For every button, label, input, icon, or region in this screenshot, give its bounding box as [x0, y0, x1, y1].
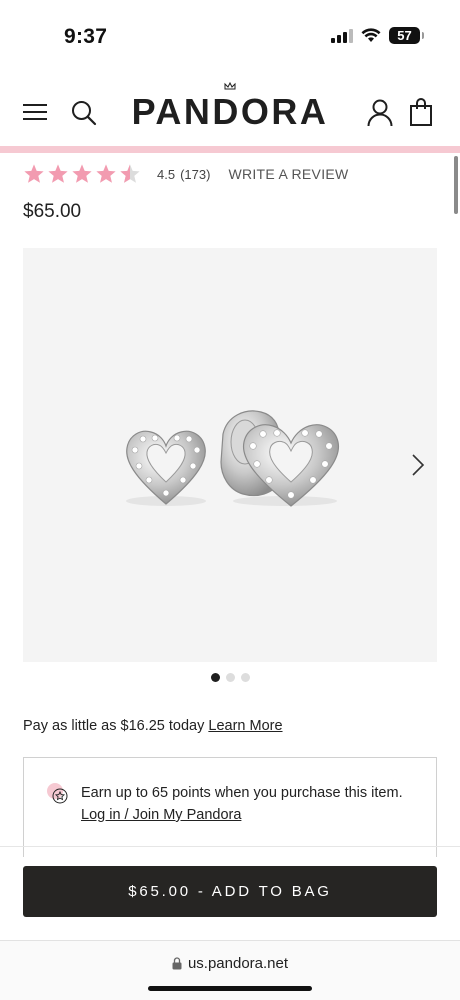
- account-icon[interactable]: [367, 99, 393, 127]
- points-box: Earn up to 65 points when you purchase t…: [23, 757, 437, 857]
- carousel-dot-1[interactable]: [210, 673, 220, 682]
- points-text: Earn up to 65 points when you purchase t…: [81, 785, 403, 801]
- browser-address-bar: us.pandora.net: [0, 940, 460, 1000]
- rating-row: 4.5 (173) WRITE A REVIEW: [23, 160, 349, 188]
- lock-icon: [172, 957, 182, 970]
- add-to-bag-button[interactable]: $65.00 - ADD TO BAG: [23, 866, 437, 917]
- battery-level: 57: [397, 28, 412, 43]
- url-text: us.pandora.net: [187, 955, 289, 972]
- star-icon: [96, 164, 116, 183]
- star-icon: [72, 164, 92, 183]
- star-icon: [48, 164, 68, 183]
- carousel-dot-2[interactable]: [225, 673, 235, 682]
- url-field[interactable]: us.pandora.net: [0, 955, 460, 972]
- carousel-dot-3[interactable]: [240, 673, 250, 682]
- battery-icon: 57: [389, 27, 424, 44]
- scrollbar[interactable]: [454, 156, 458, 214]
- site-header: PANDORA: [0, 72, 460, 150]
- login-join-link[interactable]: Log in / Join My Pandora: [81, 804, 403, 826]
- product-price: $65.00: [23, 201, 82, 222]
- header-accent-bar: [0, 146, 460, 153]
- wifi-icon: [361, 28, 381, 42]
- home-indicator[interactable]: [148, 986, 312, 991]
- write-review-link[interactable]: WRITE A REVIEW: [228, 166, 348, 182]
- status-time: 9:37: [64, 25, 108, 48]
- star-icon: [24, 164, 44, 183]
- rating-stars[interactable]: [23, 163, 141, 185]
- payment-text: Pay as little as $16.25 today: [23, 718, 205, 734]
- earrings-image: [126, 410, 340, 507]
- points-text-block: Earn up to 65 points when you purchase t…: [81, 782, 403, 826]
- product-image[interactable]: [23, 248, 437, 662]
- status-bar: 9:37 57: [0, 0, 460, 72]
- status-icons: 57: [331, 27, 424, 44]
- payment-info: Pay as little as $16.25 today Learn More: [23, 718, 283, 734]
- points-star-icon: [47, 783, 68, 804]
- signal-icon: [331, 28, 353, 43]
- crown-icon: [224, 82, 236, 90]
- carousel-next-icon[interactable]: [411, 453, 425, 477]
- carousel-dots: [0, 673, 460, 682]
- star-half-icon: [120, 164, 140, 183]
- learn-more-link[interactable]: Learn More: [208, 718, 282, 734]
- bag-icon[interactable]: [409, 98, 433, 126]
- divider: [0, 846, 460, 847]
- rating-value: 4.5: [157, 166, 176, 182]
- rating-count[interactable]: (173): [180, 167, 210, 182]
